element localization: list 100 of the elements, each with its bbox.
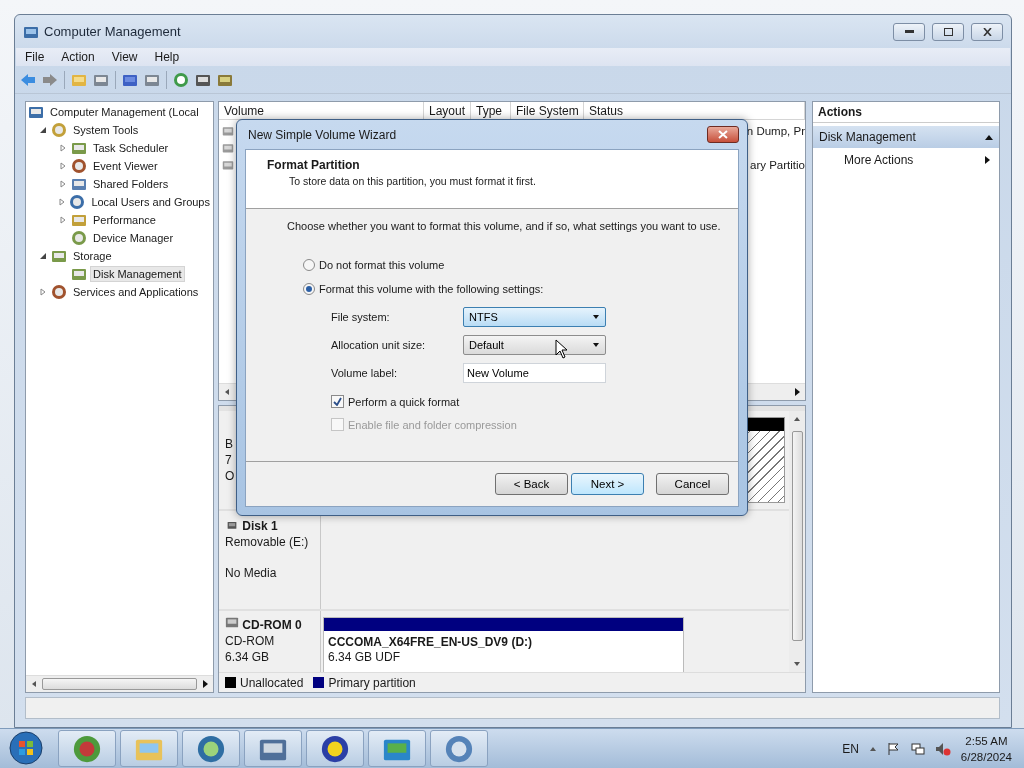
network-icon[interactable] [910, 741, 925, 756]
app-icon [72, 733, 102, 764]
tree-item[interactable]: Task Scheduler [90, 140, 172, 156]
legend-label: Unallocated [240, 675, 304, 690]
tree-node-icon [51, 122, 67, 138]
tree-node-icon [51, 248, 67, 264]
start-button[interactable] [6, 729, 46, 768]
volume-muted-icon[interactable] [934, 741, 951, 756]
app-icon [196, 733, 226, 764]
collapse-icon[interactable] [39, 126, 47, 134]
tree-node-icon [71, 140, 87, 156]
window-title: Computer Management [44, 24, 182, 39]
text-field[interactable]: New Volume [463, 363, 606, 383]
app-icon [444, 733, 474, 764]
menu-item[interactable]: File [16, 48, 53, 66]
dialog-button[interactable]: Next > [571, 473, 644, 495]
tree-node-icon [71, 158, 87, 174]
tree-item[interactable]: Disk Management [90, 266, 185, 282]
app-icon [320, 733, 350, 764]
maximize-button[interactable] [932, 22, 964, 41]
tree-item[interactable]: Local Users and Groups [88, 194, 213, 210]
tree-item[interactable]: Performance [90, 212, 159, 228]
expand-icon[interactable] [59, 180, 67, 188]
field-label: Allocation unit size: [331, 339, 427, 351]
tree-node-icon [71, 176, 87, 192]
close-button[interactable] [707, 126, 739, 143]
radio-button[interactable] [303, 283, 315, 295]
scroll-right-icon[interactable] [201, 680, 209, 688]
minimize-button[interactable] [893, 22, 925, 41]
disk-info: No Media [225, 566, 278, 581]
dropdown[interactable]: NTFS [463, 307, 606, 327]
disk-info: Removable (E:) [225, 535, 310, 550]
radio-button[interactable] [303, 259, 315, 271]
dialog-button[interactable]: Cancel [656, 473, 729, 495]
tree-item[interactable]: System Tools [70, 122, 142, 138]
drive-icon [225, 520, 239, 530]
close-button[interactable] [971, 22, 1003, 41]
scroll-right-icon[interactable] [793, 388, 801, 396]
dropdown[interactable]: Default [463, 335, 606, 355]
taskbar-button[interactable] [430, 730, 488, 767]
tree-node-icon [71, 212, 87, 228]
table-cell: ary Partitio [750, 158, 805, 171]
dialog-title: New Simple Volume Wizard [248, 127, 397, 142]
table-cell: n Dump, Pr [746, 124, 805, 137]
language-indicator[interactable]: EN [842, 741, 859, 756]
expand-icon[interactable] [59, 144, 67, 152]
caret-icon[interactable] [592, 341, 600, 349]
taskbar-button[interactable] [306, 730, 364, 767]
caret-icon[interactable] [592, 313, 600, 321]
collapse-icon[interactable] [39, 252, 47, 260]
tree-item[interactable]: Computer Management (Local [47, 104, 202, 120]
tree-node-icon [71, 230, 87, 246]
tree-node-icon [51, 284, 67, 300]
scrollbar-thumb[interactable] [42, 678, 197, 690]
cd-drive-icon [225, 615, 239, 629]
flag-icon[interactable] [886, 741, 901, 756]
menu-item[interactable]: View [102, 48, 146, 66]
taskbar-button[interactable] [368, 730, 426, 767]
collapse-icon[interactable] [985, 133, 993, 141]
menu-item[interactable]: Help [145, 48, 188, 66]
tree-item[interactable]: Event Viewer [90, 158, 161, 174]
maximize-icon [943, 27, 953, 36]
volume-icon [221, 158, 235, 171]
checkbox-label: Enable file and folder compression [348, 418, 517, 431]
disk-info: O [225, 469, 236, 484]
tree-item[interactable]: Shared Folders [90, 176, 172, 192]
scrollbar-thumb[interactable] [791, 431, 803, 641]
minimize-icon [904, 30, 914, 33]
mouse-cursor-icon [555, 339, 568, 359]
field-label: File system: [331, 311, 391, 323]
menu-item[interactable]: Action [52, 48, 103, 66]
expand-icon[interactable] [39, 288, 47, 296]
tree-node-icon [69, 194, 86, 210]
field-label: Volume label: [331, 367, 399, 379]
scroll-up-icon[interactable] [793, 415, 801, 423]
scroll-down-icon[interactable] [793, 660, 801, 668]
taskbar-button[interactable] [244, 730, 302, 767]
expand-icon[interactable] [59, 162, 67, 170]
wizard-subheading: To store data on this partition, you must format it first. [288, 175, 537, 187]
checkbox-label: Perform a quick format [348, 395, 460, 408]
action-item[interactable]: More Actions [844, 153, 914, 167]
scroll-left-icon[interactable] [223, 388, 231, 396]
expand-icon[interactable] [59, 216, 67, 224]
clock[interactable]: 2:55 AM 6/28/2024 [960, 732, 1012, 765]
scroll-left-icon[interactable] [30, 680, 38, 688]
taskbar-button[interactable] [182, 730, 240, 767]
tree-item[interactable]: Services and Applications [70, 284, 202, 300]
start-orb-icon [8, 729, 44, 766]
partition-name: CCCOMA_X64FRE_EN-US_DV9 (D:) [328, 635, 534, 650]
disk-info: 6.34 GB [225, 650, 271, 665]
legend-label: Primary partition [328, 675, 416, 690]
dialog-button[interactable]: < Back [495, 473, 568, 495]
submenu-arrow-icon[interactable] [983, 156, 991, 164]
option-label: Format this volume with the following settings: [319, 283, 544, 295]
tree-node-icon [28, 104, 44, 120]
tree-item[interactable]: Device Manager [90, 230, 177, 246]
tree-item[interactable]: Storage [70, 248, 115, 264]
checkbox[interactable] [331, 395, 344, 408]
taskbar-button[interactable] [58, 730, 116, 767]
expand-icon[interactable] [58, 198, 67, 206]
